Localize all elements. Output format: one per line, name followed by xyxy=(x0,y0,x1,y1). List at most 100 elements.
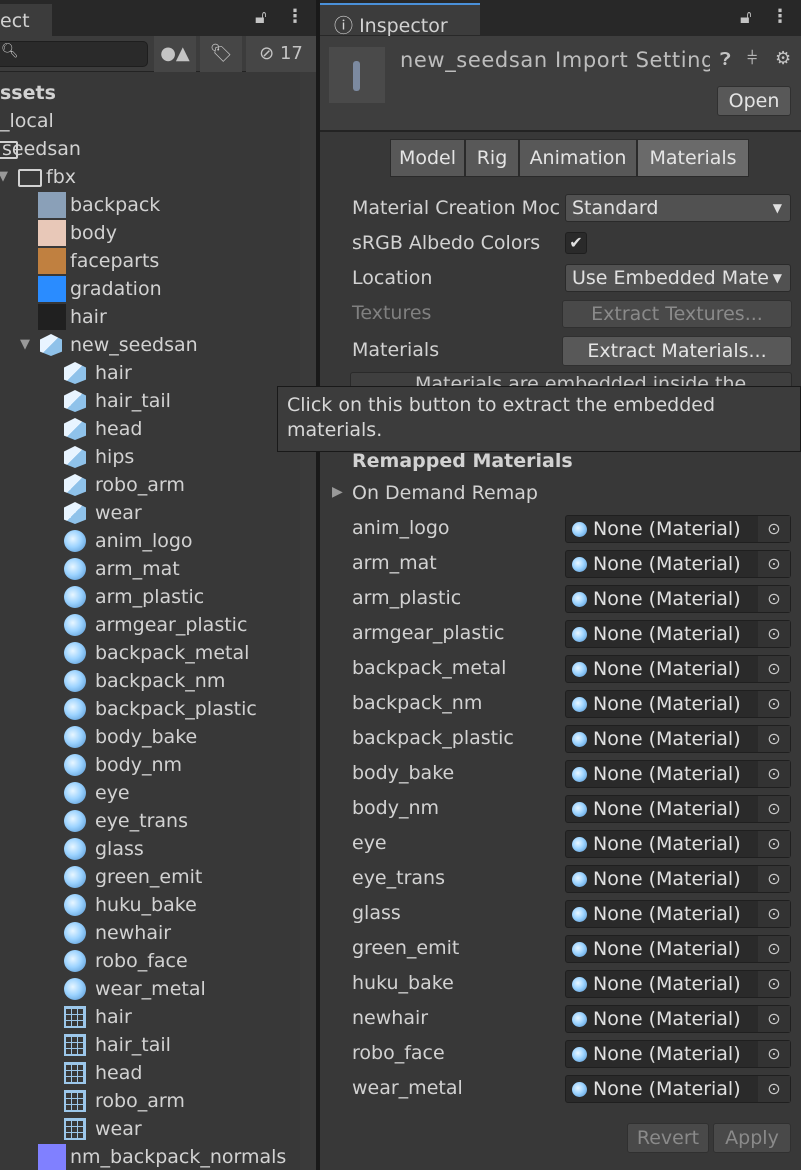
tree-item[interactable]: huku_bake xyxy=(0,891,300,919)
object-picker-icon[interactable]: ⊙ xyxy=(758,726,790,752)
material-object-field[interactable]: None (Material) ⊙ xyxy=(565,655,791,683)
lock-icon[interactable]: 🔓︎ xyxy=(255,7,267,28)
material-object-field[interactable]: None (Material) ⊙ xyxy=(565,970,791,998)
material-object-field[interactable]: None (Material) ⊙ xyxy=(565,865,791,893)
object-picker-icon[interactable]: ⊙ xyxy=(758,936,790,962)
tree-item[interactable]: ▼ fbx xyxy=(0,163,300,191)
tree-item[interactable]: wear xyxy=(0,1115,300,1143)
tree-item[interactable]: hair_tail xyxy=(0,1031,300,1059)
object-picker-icon[interactable]: ⊙ xyxy=(758,761,790,787)
tree-item[interactable]: backpack_metal xyxy=(0,639,300,667)
tab-animation[interactable]: Animation xyxy=(519,139,637,177)
hidden-packages-button[interactable]: ⊘ 17 xyxy=(246,36,316,72)
tree-item[interactable]: body_nm xyxy=(0,751,300,779)
more-menu-icon[interactable]: ⋮ xyxy=(771,6,789,27)
material-object-field[interactable]: None (Material) ⊙ xyxy=(565,830,791,858)
settings-gear-icon[interactable]: ⚙ xyxy=(775,48,791,69)
object-picker-icon[interactable]: ⊙ xyxy=(758,586,790,612)
tree-item[interactable]: head xyxy=(0,1059,300,1087)
tree-item[interactable]: anim_logo xyxy=(0,527,300,555)
tree-item[interactable]: eye xyxy=(0,779,300,807)
tree-item[interactable]: backpack_plastic xyxy=(0,695,300,723)
tree-item[interactable]: head xyxy=(0,415,300,443)
scrollbar[interactable] xyxy=(300,72,316,1170)
open-button[interactable]: Open xyxy=(717,86,791,116)
material-object-field[interactable]: None (Material) ⊙ xyxy=(565,1075,791,1103)
tree-item[interactable]: glass xyxy=(0,835,300,863)
foldout-arrow-icon[interactable]: ▶ xyxy=(332,484,343,500)
object-picker-icon[interactable]: ⊙ xyxy=(758,656,790,682)
lock-icon[interactable]: 🔓︎ xyxy=(740,7,752,28)
material-object-field[interactable]: None (Material) ⊙ xyxy=(565,900,791,928)
tree-item[interactable]: hair xyxy=(0,303,300,331)
search-input[interactable]: 🔍︎ xyxy=(0,41,148,67)
help-icon[interactable]: ❓︎ xyxy=(720,49,731,70)
tree-item[interactable]: gradation xyxy=(0,275,300,303)
tree-item[interactable]: hair xyxy=(0,1003,300,1031)
tab-project[interactable]: ect xyxy=(0,4,52,36)
tree-item[interactable]: _local xyxy=(0,107,300,135)
tree-item[interactable]: body_bake xyxy=(0,723,300,751)
tree-item[interactable]: hips xyxy=(0,443,300,471)
material-object-field[interactable]: None (Material) ⊙ xyxy=(565,515,791,543)
object-picker-icon[interactable]: ⊙ xyxy=(758,621,790,647)
apply-button[interactable]: Apply xyxy=(713,1123,791,1153)
expand-arrow-icon[interactable]: ▼ xyxy=(20,331,30,359)
object-picker-icon[interactable]: ⊙ xyxy=(758,866,790,892)
tree-item[interactable]: hair_tail xyxy=(0,387,300,415)
tree-item[interactable]: hair xyxy=(0,359,300,387)
tab-inspector[interactable]: ⓘ Inspector xyxy=(320,3,480,37)
more-menu-icon[interactable]: ⋮ xyxy=(286,6,304,27)
material-object-field[interactable]: None (Material) ⊙ xyxy=(565,620,791,648)
tree-item[interactable]: newhair xyxy=(0,919,300,947)
object-picker-icon[interactable]: ⊙ xyxy=(758,1006,790,1032)
object-picker-icon[interactable]: ⊙ xyxy=(758,1076,790,1102)
tree-item[interactable]: ssets xyxy=(0,79,300,107)
tree-item[interactable]: armgear_plastic xyxy=(0,611,300,639)
tab-model[interactable]: Model xyxy=(390,139,465,177)
presets-icon[interactable]: ⫩ xyxy=(747,48,757,69)
material-object-field[interactable]: None (Material) ⊙ xyxy=(565,550,791,578)
tree-item[interactable]: wear_metal xyxy=(0,975,300,1003)
tree-item[interactable]: robo_face xyxy=(0,947,300,975)
tab-materials[interactable]: Materials xyxy=(637,139,749,177)
filter-by-type-button[interactable]: ●▲ xyxy=(154,36,196,72)
object-picker-icon[interactable]: ⊙ xyxy=(758,1041,790,1067)
revert-button[interactable]: Revert xyxy=(627,1123,709,1153)
material-object-field[interactable]: None (Material) ⊙ xyxy=(565,690,791,718)
material-object-field[interactable]: None (Material) ⊙ xyxy=(565,935,791,963)
material-object-field[interactable]: None (Material) ⊙ xyxy=(565,760,791,788)
object-picker-icon[interactable]: ⊙ xyxy=(758,691,790,717)
tree-item[interactable]: seedsan xyxy=(0,135,300,163)
object-picker-icon[interactable]: ⊙ xyxy=(758,971,790,997)
tree-item[interactable]: faceparts xyxy=(0,247,300,275)
material-creation-mode-dropdown[interactable]: Standard ▼ xyxy=(565,194,791,222)
object-picker-icon[interactable]: ⊙ xyxy=(758,551,790,577)
tree-item[interactable]: robo_arm xyxy=(0,1087,300,1115)
material-object-field[interactable]: None (Material) ⊙ xyxy=(565,1005,791,1033)
tree-item[interactable]: body xyxy=(0,219,300,247)
tree-item[interactable]: backpack_nm xyxy=(0,667,300,695)
location-dropdown[interactable]: Use Embedded Mate ▼ xyxy=(565,264,791,292)
object-picker-icon[interactable]: ⊙ xyxy=(758,516,790,542)
material-object-field[interactable]: None (Material) ⊙ xyxy=(565,1040,791,1068)
tree-item[interactable]: green_emit xyxy=(0,863,300,891)
tree-item[interactable]: ▼ new_seedsan xyxy=(0,331,300,359)
tree-item[interactable]: backpack xyxy=(0,191,300,219)
filter-by-label-button[interactable]: 🏷︎ xyxy=(200,36,242,72)
tab-rig[interactable]: Rig xyxy=(465,139,519,177)
material-object-field[interactable]: None (Material) ⊙ xyxy=(565,585,791,613)
tree-item[interactable]: wear xyxy=(0,499,300,527)
tree-item[interactable]: arm_mat xyxy=(0,555,300,583)
expand-arrow-icon[interactable]: ▼ xyxy=(0,163,8,191)
tree-item[interactable]: robo_arm xyxy=(0,471,300,499)
tree-item[interactable]: nm_backpack_normals xyxy=(0,1143,300,1170)
extract-materials-button[interactable]: Extract Materials... xyxy=(562,336,792,366)
tree-item[interactable]: eye_trans xyxy=(0,807,300,835)
tree-item[interactable]: arm_plastic xyxy=(0,583,300,611)
srgb-albedo-checkbox[interactable]: ✔ xyxy=(565,232,587,254)
object-picker-icon[interactable]: ⊙ xyxy=(758,796,790,822)
material-object-field[interactable]: None (Material) ⊙ xyxy=(565,795,791,823)
material-object-field[interactable]: None (Material) ⊙ xyxy=(565,725,791,753)
object-picker-icon[interactable]: ⊙ xyxy=(758,901,790,927)
